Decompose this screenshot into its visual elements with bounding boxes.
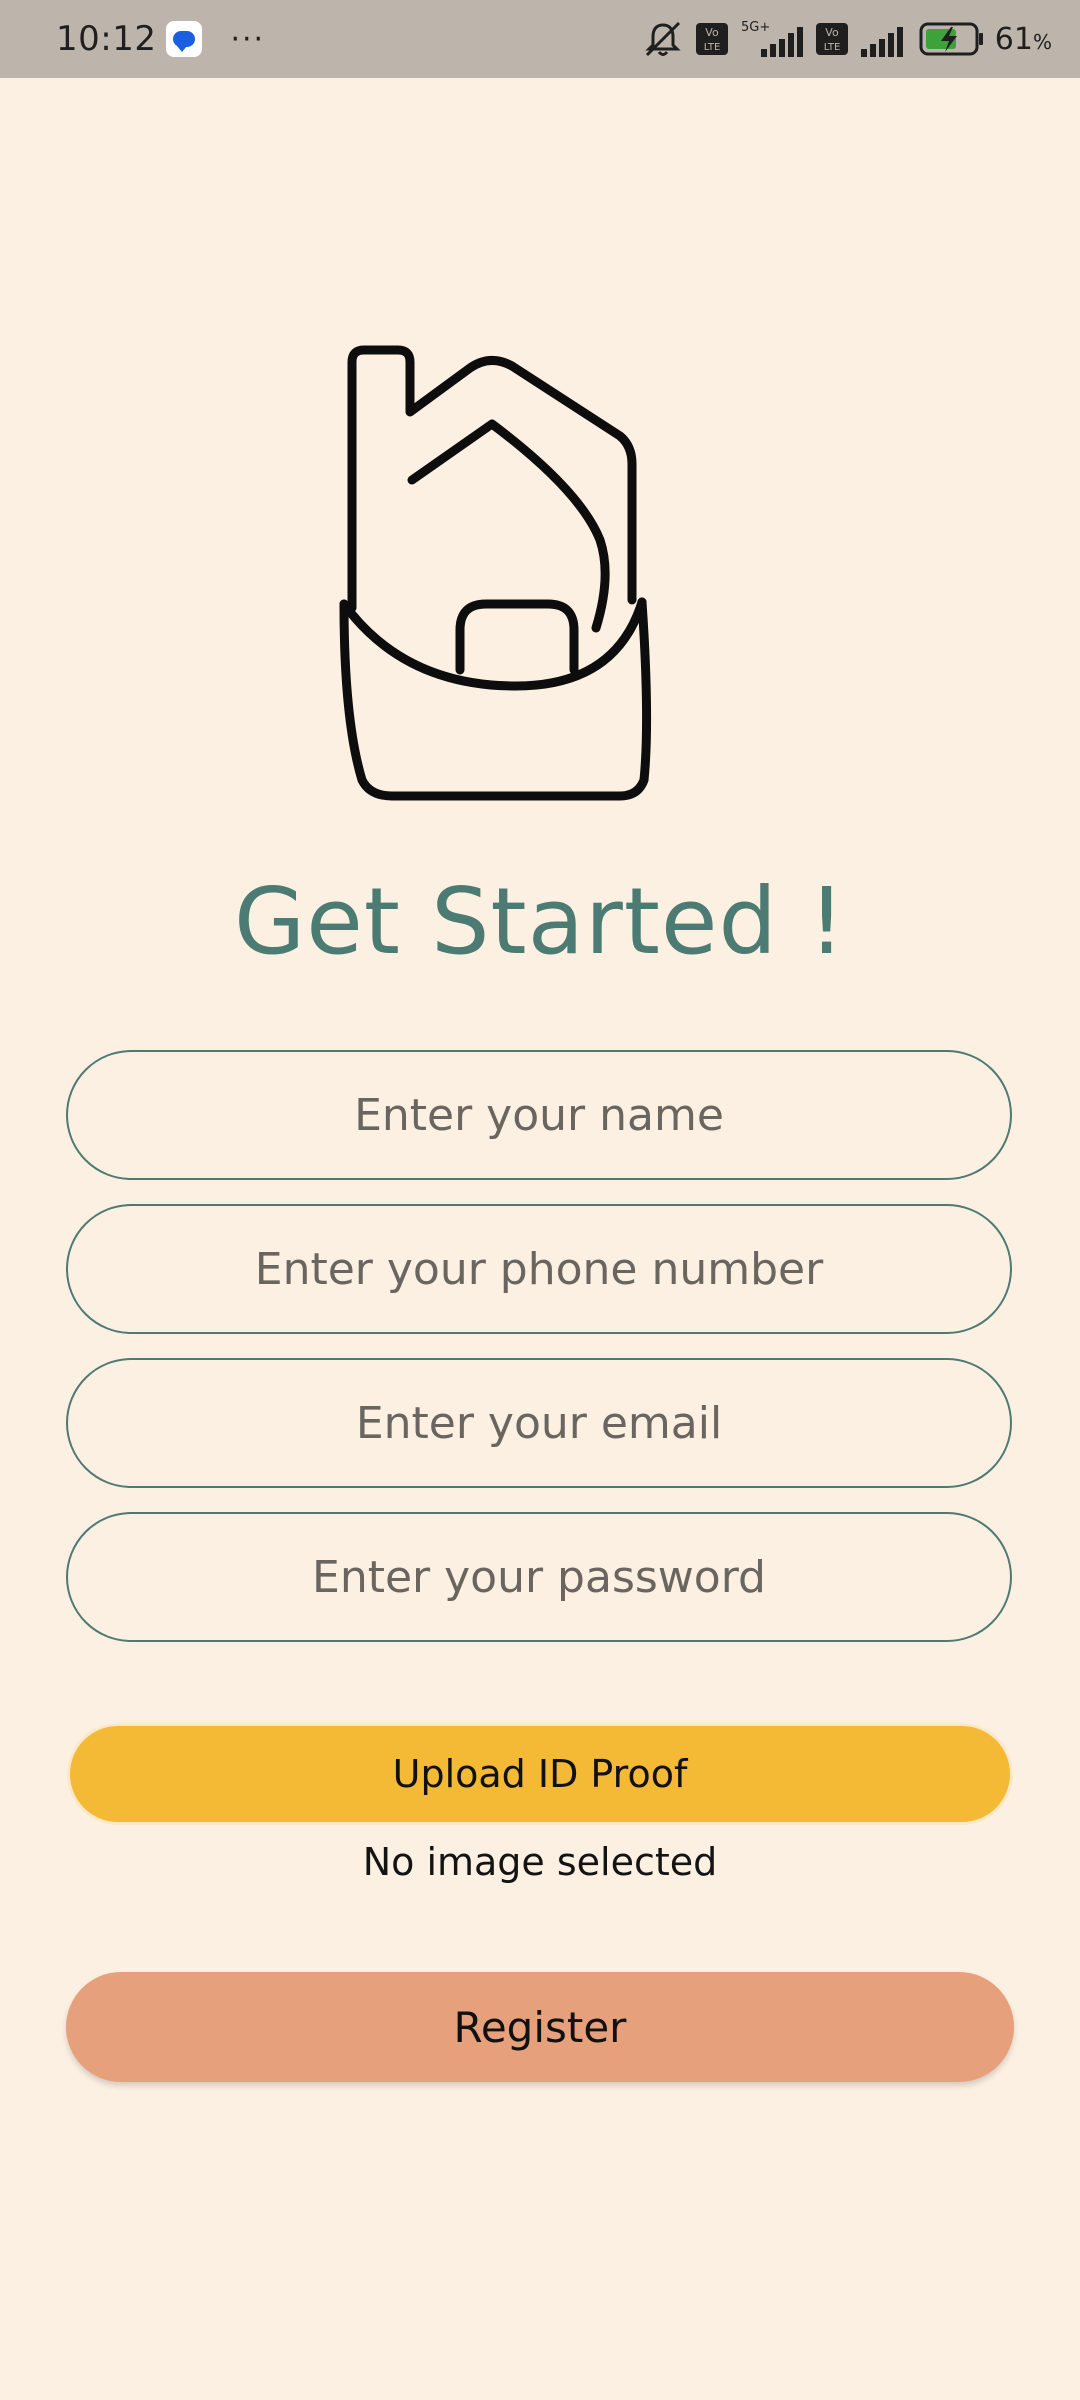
email-field-container: [66, 1358, 1012, 1488]
register-button-label: Register: [453, 2002, 627, 2052]
bell-off-icon: [645, 21, 681, 57]
signal-bars-icon: 5G+: [741, 20, 803, 57]
house-icon: [339, 345, 652, 801]
status-icons: Vo LTE 5G+ Vo LTE 61%: [641, 19, 1052, 59]
svg-text:Vo: Vo: [825, 26, 839, 39]
volte-icon-2: Vo LTE: [815, 23, 848, 55]
phone-input[interactable]: [68, 1206, 1010, 1332]
register-button[interactable]: Register: [66, 1972, 1014, 2082]
upload-button-label: Upload ID Proof: [392, 1752, 688, 1796]
name-input[interactable]: [68, 1052, 1010, 1178]
phone-field-container: [66, 1204, 1012, 1334]
network-type-label: 5G+: [741, 20, 770, 35]
status-time: 10:12: [56, 19, 157, 59]
password-input[interactable]: [68, 1514, 1010, 1640]
svg-text:LTE: LTE: [703, 42, 720, 53]
messages-notification-icon: [166, 21, 203, 57]
battery-charging-icon: [919, 22, 983, 56]
signal-bars-icon-2: [860, 27, 903, 57]
svg-text:LTE: LTE: [823, 42, 840, 53]
status-bar: 10:12 ··· Vo LTE 5G+ Vo LTE 61%: [0, 0, 1080, 78]
svg-text:Vo: Vo: [705, 26, 719, 39]
email-input[interactable]: [68, 1360, 1010, 1486]
upload-id-proof-button[interactable]: Upload ID Proof: [70, 1726, 1010, 1822]
more-notifications-indicator: ···: [230, 21, 266, 57]
battery-level: 61%: [994, 21, 1052, 57]
password-field-container: [66, 1512, 1012, 1642]
upload-status-text: No image selected: [362, 1840, 718, 1884]
page-title: Get Started !: [233, 868, 847, 975]
name-field-container: [66, 1050, 1012, 1180]
volte-icon: Vo LTE: [695, 23, 728, 55]
